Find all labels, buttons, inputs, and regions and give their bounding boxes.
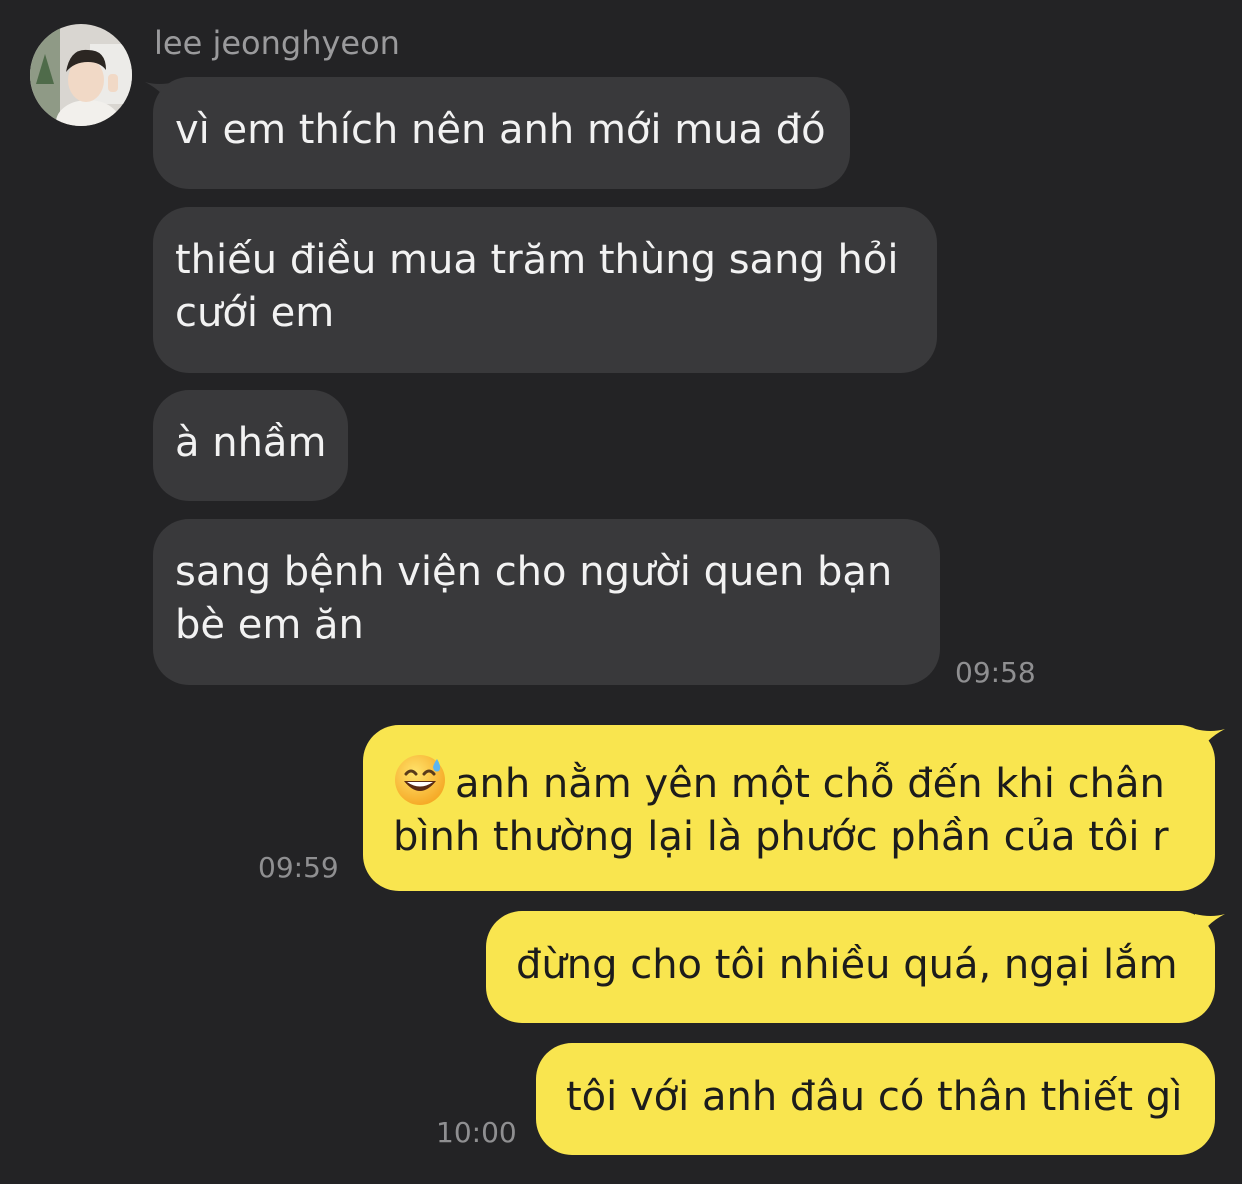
outgoing-message[interactable]: tôi với anh đâu có thân thiết gì [536, 1043, 1215, 1155]
outgoing-bubble-tail [1195, 914, 1225, 944]
message-timestamp: 09:59 [258, 851, 339, 884]
sender-avatar[interactable] [30, 24, 132, 126]
sender-name: lee jeonghyeon [154, 24, 400, 62]
outgoing-message[interactable]: đừng cho tôi nhiều quá, ngại lắm [486, 911, 1215, 1023]
incoming-message[interactable]: vì em thích nên anh mới mua đó [153, 77, 850, 189]
message-text: tôi với anh đâu có thân thiết gì [566, 1074, 1183, 1120]
avatar-photo [30, 24, 132, 126]
message-text: à nhầm [175, 420, 327, 466]
incoming-message[interactable]: à nhầm [153, 390, 348, 501]
outgoing-bubble-tail [1195, 729, 1225, 759]
message-timestamp: 09:58 [955, 656, 1036, 689]
message-text: cưới em [175, 290, 335, 336]
outgoing-message[interactable]: anh nằm yên một chỗ đến khi chân bình th… [363, 725, 1215, 891]
message-timestamp: 10:00 [436, 1116, 517, 1149]
message-text: bình thường lại là phước phần của tôi r [393, 814, 1169, 860]
incoming-message[interactable]: thiếu điều mua trăm thùng sang hỏi cưới … [153, 207, 937, 373]
message-line: anh nằm yên một chỗ đến khi chân [393, 753, 1185, 811]
grinning-face-with-sweat-icon [395, 755, 445, 805]
message-text: đừng cho tôi nhiều quá, ngại lắm [516, 942, 1178, 988]
message-text: bè em ăn [175, 602, 364, 648]
message-text: sang bệnh viện cho người quen bạn [175, 549, 893, 595]
message-text: vì em thích nên anh mới mua đó [175, 107, 826, 153]
incoming-message[interactable]: sang bệnh viện cho người quen bạn bè em … [153, 519, 940, 685]
message-text: thiếu điều mua trăm thùng sang hỏi [175, 237, 899, 283]
message-text: anh nằm yên một chỗ đến khi chân [455, 761, 1165, 807]
